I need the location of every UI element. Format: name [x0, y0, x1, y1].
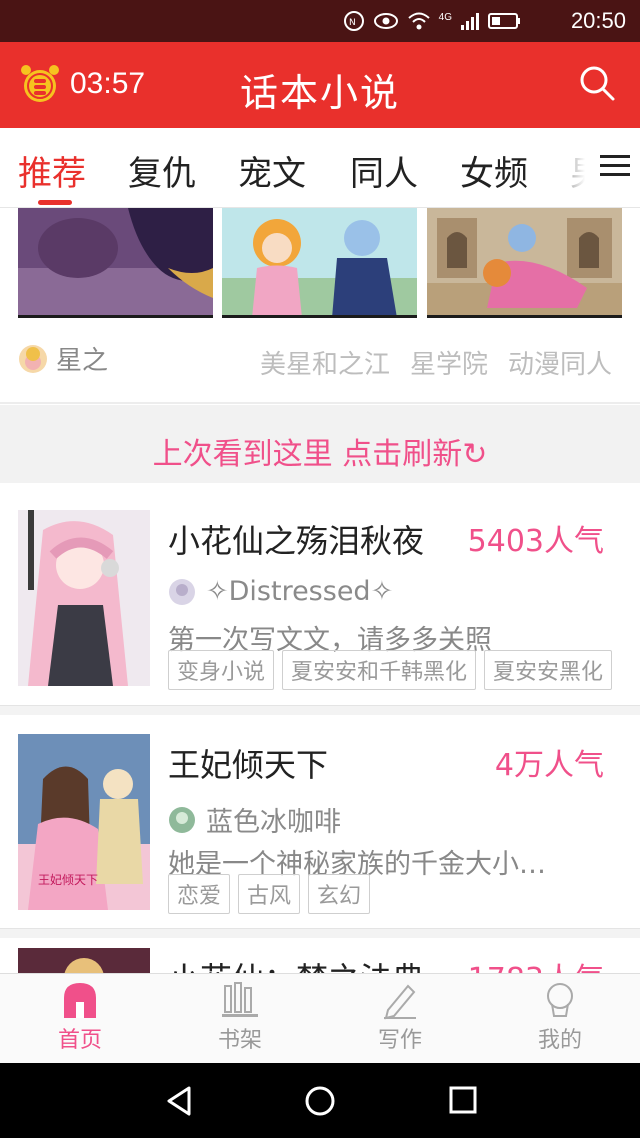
book-popularity: 5403人气 [467, 524, 604, 559]
author-avatar [169, 578, 195, 605]
book-tags: 变身小说 夏安安和千韩黑化 夏安安黑化 [168, 650, 613, 690]
nav-bookshelf[interactable]: 书架 [160, 980, 320, 1054]
back-icon[interactable] [164, 1085, 194, 1117]
tab-revenge[interactable]: 复仇 [128, 146, 196, 195]
book-card[interactable]: 小花仙：梦之法典 1783人气 [0, 948, 640, 973]
refresh-bar[interactable]: 上次看到这里 点击刷新↻ [0, 405, 640, 483]
nav-write-label: 写作 [377, 1028, 422, 1053]
book-cover[interactable] [18, 510, 150, 686]
list-separator [0, 705, 640, 715]
author-name: 蓝色冰咖啡 [206, 807, 341, 838]
category-tabs: 推荐 复仇 宠文 同人 女频 男 [0, 128, 640, 208]
author-name: ✧Distressed✧ [206, 576, 394, 607]
pencil-icon [384, 984, 416, 1020]
svg-text:王妃倾天下: 王妃倾天下 [38, 873, 98, 887]
nav-home-label: 首页 [57, 1028, 102, 1053]
search-icon [580, 66, 615, 101]
home-icon [64, 983, 96, 1018]
book-tag[interactable]: 恋爱 [168, 874, 231, 914]
author-avatar [19, 344, 47, 373]
profile-icon [547, 983, 573, 1017]
anime-castle-image [427, 208, 622, 315]
tab-recommend[interactable]: 推荐 [18, 146, 86, 195]
status-icons: N 4G [343, 10, 522, 32]
book-tag[interactable]: 玄幻 [308, 874, 371, 914]
category-menu-button[interactable] [600, 152, 630, 184]
refresh-icon: ↻ [462, 437, 488, 472]
book-tag[interactable]: 夏安安黑化 [484, 650, 613, 690]
wifi-icon [407, 12, 430, 30]
book-cover-image: 王妃倾天下 [18, 734, 150, 910]
book-popularity: 4万人气 [494, 748, 604, 783]
bookshelf-icon [222, 982, 258, 1017]
app-title: 话本小说 [239, 71, 400, 115]
featured-tag[interactable]: 星学院 [410, 344, 488, 381]
author-avatar [169, 806, 195, 833]
menu-icon [600, 155, 630, 176]
book-author[interactable]: ✧Distressed✧ [168, 576, 393, 607]
tab-pet-story[interactable]: 宠文 [238, 146, 306, 195]
book-tags: 恋爱 古风 玄幻 [168, 874, 371, 914]
featured-author[interactable]: 星之 [18, 340, 108, 377]
svg-text:N: N [349, 18, 356, 28]
refresh-text: 上次看到这里 点击刷新 [152, 437, 463, 472]
book-tag[interactable]: 变身小说 [168, 650, 275, 690]
book-author[interactable]: 蓝色冰咖啡 [168, 800, 341, 839]
recents-icon[interactable] [448, 1085, 478, 1115]
nav-profile-label: 我的 [537, 1028, 582, 1053]
app-bar: 03:57 话本小说 [0, 42, 640, 128]
list-separator [0, 928, 640, 938]
nav-bookshelf-label: 书架 [217, 1028, 262, 1053]
featured-thumb-3[interactable] [427, 208, 622, 318]
book-cover-image [18, 510, 150, 686]
nav-write[interactable]: 写作 [320, 980, 480, 1054]
book-title[interactable]: 小花仙之殇泪秋夜 [168, 516, 424, 562]
divider [0, 402, 640, 404]
book-cover[interactable]: 王妃倾天下 [18, 734, 150, 910]
featured-author-name: 星之 [56, 346, 109, 376]
signal-icon [461, 13, 479, 30]
featured-tags: 美星和之江 星学院 动漫同人 [260, 344, 612, 381]
status-bar: N 4G 20:50 [0, 0, 640, 42]
featured-thumb-2[interactable] [222, 208, 417, 318]
book-cover-image [18, 948, 150, 973]
featured-tag[interactable]: 动漫同人 [508, 344, 612, 381]
book-popularity: 1783人气 [468, 954, 604, 973]
book-card[interactable]: 小花仙之殇泪秋夜 5403人气 ✧Distressed✧ 第一次写文文，请多多关… [0, 510, 640, 690]
anime-couple-image [18, 208, 213, 315]
featured-thumb-1[interactable] [18, 208, 213, 318]
book-tag[interactable]: 夏安安和千韩黑化 [282, 650, 477, 690]
active-tab-indicator [38, 200, 72, 205]
eye-icon [373, 13, 398, 29]
tab-female[interactable]: 女频 [460, 146, 528, 195]
featured-tag[interactable]: 美星和之江 [260, 344, 390, 381]
bottom-nav: 首页 书架 写作 我的 [0, 973, 640, 1063]
nav-home[interactable]: 首页 [0, 980, 160, 1054]
book-card[interactable]: 王妃倾天下 王妃倾天下 4万人气 蓝色冰咖啡 她是一个神秘家族的千金大小… 恋爱… [0, 734, 640, 914]
status-time: 20:50 [570, 8, 626, 33]
tab-fanfic[interactable]: 同人 [350, 146, 418, 195]
anime-girl-blonde-image [222, 208, 417, 315]
book-tag[interactable]: 古风 [238, 874, 301, 914]
nav-profile[interactable]: 我的 [480, 980, 640, 1054]
book-title[interactable]: 小花仙：梦之法典 [168, 954, 424, 973]
refresh-label: 上次看到这里 点击刷新↻ [153, 429, 488, 473]
book-title[interactable]: 王妃倾天下 [168, 740, 328, 786]
network-type: 4G [438, 11, 452, 23]
home-circle-icon[interactable] [304, 1085, 336, 1117]
system-nav-bar [0, 1063, 640, 1138]
nfc-icon: N [343, 11, 364, 31]
featured-strip[interactable]: 星之 美星和之江 星学院 动漫同人 [0, 208, 640, 404]
search-button[interactable] [578, 64, 616, 106]
book-cover[interactable] [18, 948, 150, 973]
battery-icon [488, 13, 520, 29]
